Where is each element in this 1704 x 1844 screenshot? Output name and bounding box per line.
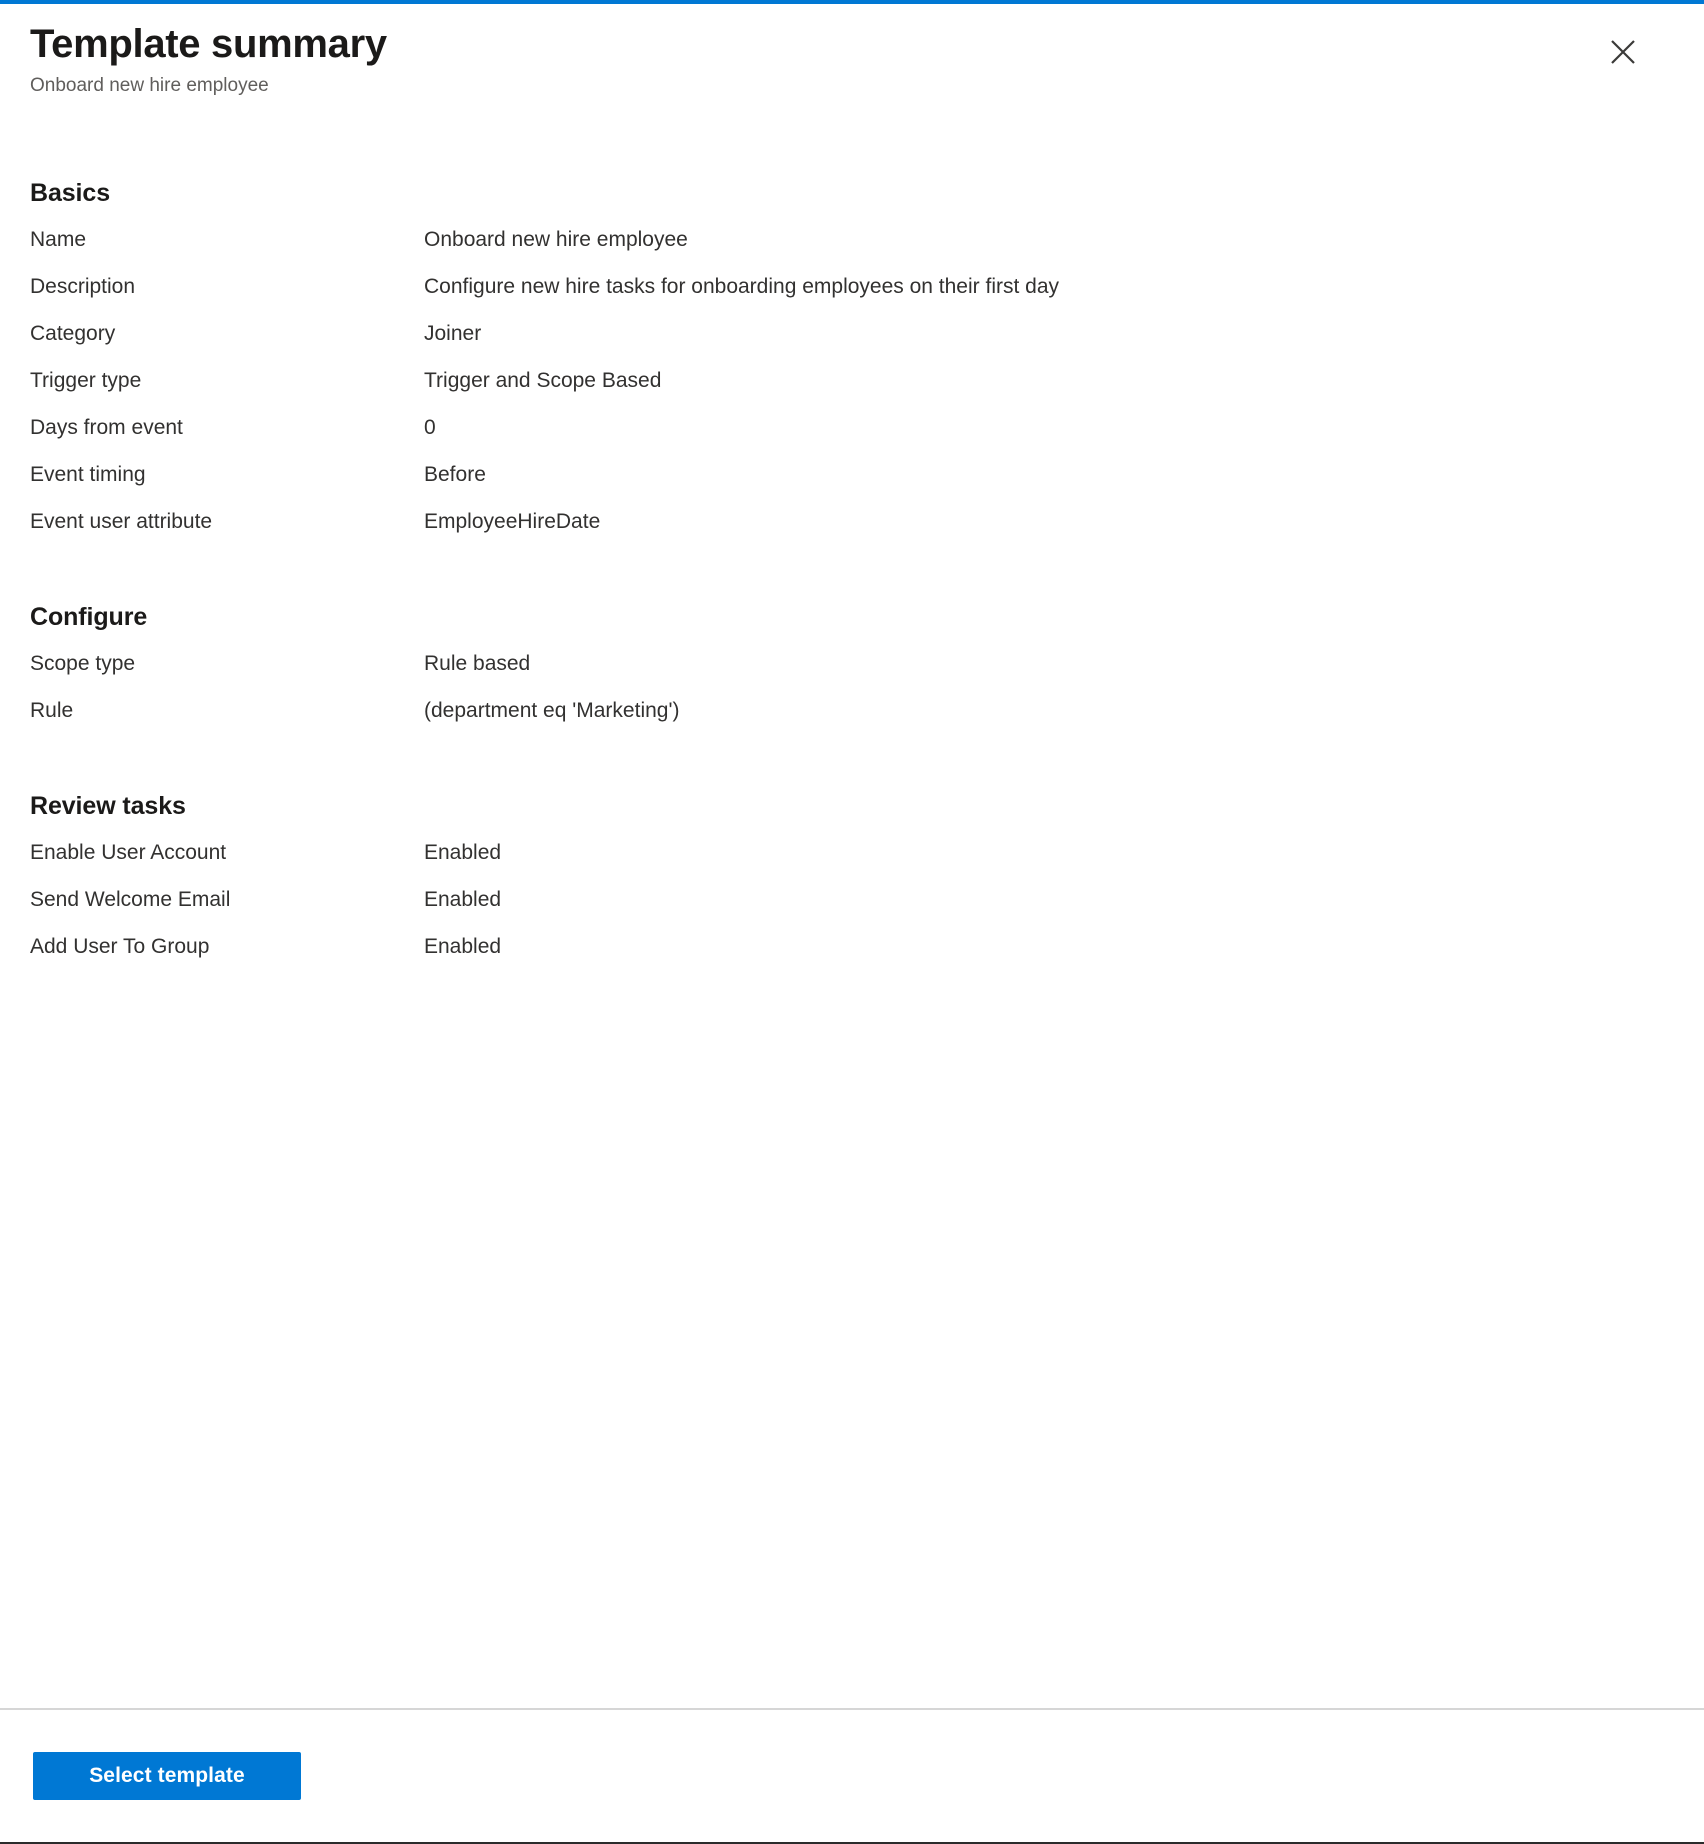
row-label: Days from event	[30, 416, 183, 439]
summary-row: Rule (department eq 'Marketing')	[0, 697, 1704, 744]
summary-row: Send Welcome Email Enabled	[0, 886, 1704, 933]
section-heading-basics: Basics	[30, 179, 111, 207]
summary-row: Description Configure new hire tasks for…	[0, 273, 1704, 320]
row-label: Category	[30, 322, 116, 345]
row-value: 0	[424, 416, 436, 439]
section-heading-review-tasks: Review tasks	[30, 792, 186, 820]
summary-content: Basics Name Onboard new hire employee De…	[0, 124, 1704, 1710]
row-value: Enabled	[424, 888, 502, 911]
summary-row: Add User To Group Enabled	[0, 933, 1704, 980]
row-label: Add User To Group	[30, 935, 210, 958]
row-label: Send Welcome Email	[30, 888, 231, 911]
row-label: Event user attribute	[30, 510, 213, 533]
summary-row: Category Joiner	[0, 320, 1704, 367]
row-label: Trigger type	[30, 369, 142, 392]
row-label: Name	[30, 228, 87, 251]
row-label: Enable User Account	[30, 841, 227, 864]
row-label: Scope type	[30, 652, 136, 675]
section-configure: Configure Scope type Rule based Rule (de…	[0, 605, 1704, 744]
review-tasks-rows: Enable User Account Enabled Send Welcome…	[0, 839, 1704, 980]
panel-header: Template summary Onboard new hire employ…	[0, 4, 1704, 124]
row-value: Trigger and Scope Based	[424, 369, 662, 392]
row-value: EmployeeHireDate	[424, 510, 601, 533]
row-value: Joiner	[424, 322, 482, 345]
row-label: Event timing	[30, 463, 146, 486]
row-value: Enabled	[424, 841, 502, 864]
row-value: Rule based	[424, 652, 531, 675]
section-heading-configure: Configure	[30, 603, 148, 631]
summary-row: Scope type Rule based	[0, 650, 1704, 697]
section-basics: Basics Name Onboard new hire employee De…	[0, 181, 1704, 555]
page-subtitle: Onboard new hire employee	[30, 75, 269, 96]
basics-rows: Name Onboard new hire employee Descripti…	[0, 226, 1704, 555]
row-label: Description	[30, 275, 136, 298]
summary-row: Event user attribute EmployeeHireDate	[0, 508, 1704, 555]
select-template-button[interactable]: Select template	[33, 1752, 301, 1800]
summary-row: Enable User Account Enabled	[0, 839, 1704, 886]
section-review-tasks: Review tasks Enable User Account Enabled…	[0, 794, 1704, 980]
summary-row: Name Onboard new hire employee	[0, 226, 1704, 273]
row-value: Before	[424, 463, 486, 486]
summary-row: Trigger type Trigger and Scope Based	[0, 367, 1704, 414]
row-value: Onboard new hire employee	[424, 228, 688, 251]
panel-footer: Select template	[0, 1708, 1704, 1842]
row-value: Configure new hire tasks for onboarding …	[424, 275, 1060, 298]
summary-row: Event timing Before	[0, 461, 1704, 508]
row-value: Enabled	[424, 935, 502, 958]
template-summary-panel: Template summary Onboard new hire employ…	[0, 0, 1704, 1844]
close-icon	[1610, 39, 1636, 65]
configure-rows: Scope type Rule based Rule (department e…	[0, 650, 1704, 744]
summary-row: Days from event 0	[0, 414, 1704, 461]
page-title: Template summary	[30, 22, 387, 66]
close-button[interactable]	[1598, 27, 1648, 77]
row-label: Rule	[30, 699, 74, 722]
row-value: (department eq 'Marketing')	[424, 699, 680, 722]
